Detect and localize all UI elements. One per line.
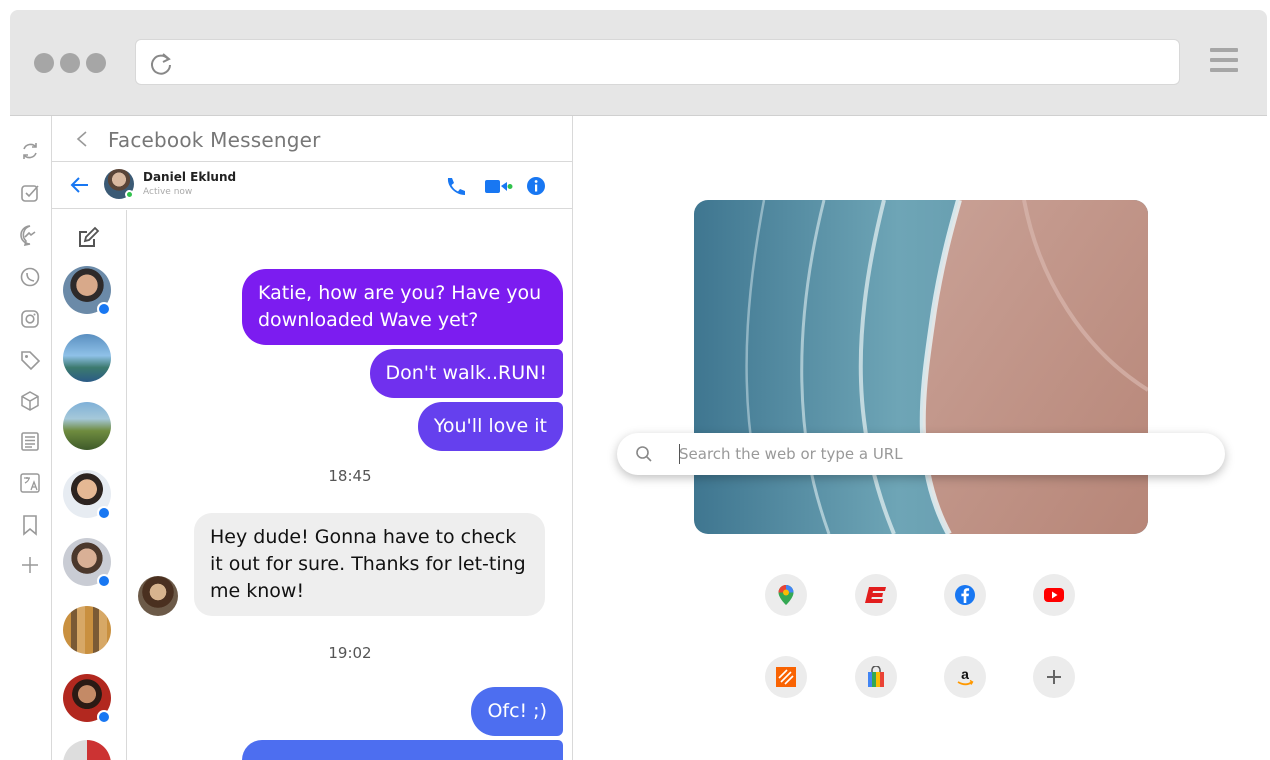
contact-avatar[interactable] xyxy=(63,740,111,760)
outgoing-message[interactable]: Katie, how are you? Have you downloaded … xyxy=(242,269,563,345)
sender-avatar[interactable] xyxy=(138,576,178,616)
shortcut-youtube[interactable] xyxy=(1033,574,1075,616)
address-bar[interactable] xyxy=(135,39,1180,85)
shortcut-facebook[interactable] xyxy=(944,574,986,616)
shortcut-home-depot[interactable] xyxy=(765,656,807,698)
panel-title: Facebook Messenger xyxy=(108,128,321,152)
contact-avatar[interactable] xyxy=(63,334,111,382)
messenger-badge-icon xyxy=(97,506,111,520)
video-camera-icon[interactable] xyxy=(484,175,516,197)
outgoing-message-partial[interactable] xyxy=(242,740,563,760)
checkbox-icon[interactable] xyxy=(19,182,41,204)
window-dot[interactable] xyxy=(60,53,80,73)
news-icon[interactable] xyxy=(19,430,41,452)
home-depot-icon xyxy=(776,667,796,687)
contact-list xyxy=(52,210,127,760)
window-controls xyxy=(34,53,106,73)
messenger-icon[interactable] xyxy=(19,224,41,246)
contact-status: Active now xyxy=(143,187,193,197)
message-thread: Katie, how are you? Have you downloaded … xyxy=(127,210,572,760)
timestamp: 18:45 xyxy=(328,467,372,485)
window-dot[interactable] xyxy=(86,53,106,73)
cube-icon[interactable] xyxy=(19,390,41,412)
google-maps-icon xyxy=(778,585,794,605)
window-dot[interactable] xyxy=(34,53,54,73)
background-image xyxy=(694,200,1148,534)
messenger-badge-icon xyxy=(97,710,111,724)
messenger-badge-icon xyxy=(97,302,111,316)
back-arrow-icon[interactable] xyxy=(70,176,90,194)
messenger-badge-icon xyxy=(97,574,111,588)
reload-icon[interactable] xyxy=(148,51,174,77)
bookmark-icon[interactable] xyxy=(19,514,41,536)
shortcut-espn[interactable] xyxy=(855,574,897,616)
outgoing-message[interactable]: You'll love it xyxy=(417,402,563,451)
incoming-message[interactable]: Hey dude! Gonna have to check it out for… xyxy=(194,513,545,616)
shortcut-shopping[interactable] xyxy=(855,656,897,698)
search-input[interactable] xyxy=(679,439,1199,469)
compose-icon[interactable] xyxy=(76,226,100,250)
translate-icon[interactable] xyxy=(19,472,41,494)
search-bar[interactable] xyxy=(617,433,1225,475)
instagram-icon[interactable] xyxy=(19,308,41,330)
youtube-icon xyxy=(1044,588,1064,602)
phone-icon[interactable] xyxy=(444,175,466,197)
browser-toolbar xyxy=(10,10,1267,116)
contact-avatar[interactable] xyxy=(63,606,111,654)
shortcut-amazon[interactable]: a xyxy=(944,656,986,698)
amazon-icon: a xyxy=(957,666,974,686)
sidebar-rail xyxy=(10,116,52,760)
espn-icon xyxy=(865,587,886,603)
svg-text:a: a xyxy=(961,666,969,682)
shopping-bag-icon xyxy=(868,666,884,687)
outgoing-message[interactable]: Don't walk..RUN! xyxy=(369,349,563,398)
info-icon[interactable] xyxy=(525,175,547,197)
sync-icon[interactable] xyxy=(19,140,41,162)
tag-icon[interactable] xyxy=(19,349,41,371)
chevron-left-icon[interactable] xyxy=(74,130,90,148)
conversation-header: Daniel Eklund Active now xyxy=(52,163,572,209)
plus-icon[interactable] xyxy=(19,554,41,576)
shortcut-add[interactable] xyxy=(1033,656,1075,698)
menu-icon[interactable] xyxy=(1210,48,1238,76)
whatsapp-icon[interactable] xyxy=(19,266,41,288)
outgoing-message[interactable]: Ofc! ;) xyxy=(471,687,563,736)
contact-avatar[interactable] xyxy=(63,402,111,450)
panel-header: Facebook Messenger xyxy=(52,116,572,162)
online-indicator xyxy=(125,190,134,199)
timestamp: 19:02 xyxy=(328,644,372,662)
facebook-icon xyxy=(955,585,975,605)
messenger-panel: Facebook Messenger Daniel Eklund Active … xyxy=(52,116,573,760)
shortcut-google-maps[interactable] xyxy=(765,574,807,616)
contact-name: Daniel Eklund xyxy=(143,170,237,184)
search-icon xyxy=(636,446,652,462)
add-shortcut-icon xyxy=(1047,670,1061,684)
